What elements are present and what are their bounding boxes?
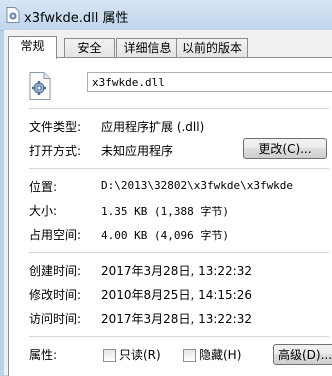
tab-details[interactable]: 详细信息 — [116, 38, 179, 58]
separator — [29, 252, 329, 253]
file-type-value: 应用程序扩展 (.dll) — [101, 120, 205, 134]
tab-security[interactable]: 安全 — [64, 38, 115, 58]
modified-label: 修改时间: — [29, 288, 82, 302]
advanced-button[interactable]: 高级(D)... — [273, 344, 332, 365]
general-panel: x3fwkde.dll 文件类型: 应用程序扩展 (.dll) 打开方式: 未知… — [8, 57, 332, 376]
hidden-label[interactable]: 隐藏(H) — [199, 346, 241, 363]
readonly-label[interactable]: 只读(R) — [119, 346, 161, 363]
accessed-value: 2017年3月28日, 13:22:32 — [101, 312, 252, 326]
title-bar[interactable]: x3fwkde.dll 属性 — [0, 0, 332, 31]
dialog-client: 常规 安全 详细信息 以前的版本 x3fwkde.dll 文件类型: 应用程序扩… — [4, 30, 332, 376]
location-value: D:\2013\32802\x3fwkde\x3fwkde — [101, 179, 294, 192]
window-title: x3fwkde.dll 属性 — [24, 11, 129, 26]
size-on-disk-value: 4.00 KB (4,096 字节) — [101, 229, 229, 242]
created-label: 创建时间: — [29, 264, 82, 278]
size-on-disk-label: 占用空间: — [29, 228, 82, 242]
separator — [29, 168, 329, 169]
created-value: 2017年3月28日, 13:22:32 — [101, 264, 252, 278]
tab-previous-versions[interactable]: 以前的版本 — [176, 38, 248, 58]
change-button[interactable]: 更改(C)... — [243, 138, 327, 159]
attributes-label: 属性: — [29, 348, 58, 362]
accessed-label: 访问时间: — [29, 312, 82, 326]
modified-value: 2010年8月25日, 14:15:26 — [101, 288, 252, 302]
dll-file-icon — [6, 7, 20, 23]
separator — [29, 108, 329, 109]
size-label: 大小: — [29, 204, 58, 218]
dll-gear-file-icon — [29, 72, 51, 100]
opens-with-label: 打开方式: — [29, 144, 82, 158]
opens-with-value: 未知应用程序 — [101, 144, 174, 158]
separator — [29, 336, 329, 337]
readonly-checkbox[interactable] — [103, 349, 116, 362]
hidden-checkbox[interactable] — [183, 349, 196, 362]
tab-general[interactable]: 常规 — [8, 36, 57, 59]
size-value: 1.35 KB (1,388 字节) — [101, 205, 229, 218]
file-name-field[interactable]: x3fwkde.dll — [87, 72, 332, 92]
file-type-label: 文件类型: — [29, 120, 82, 134]
location-label: 位置: — [29, 180, 58, 194]
